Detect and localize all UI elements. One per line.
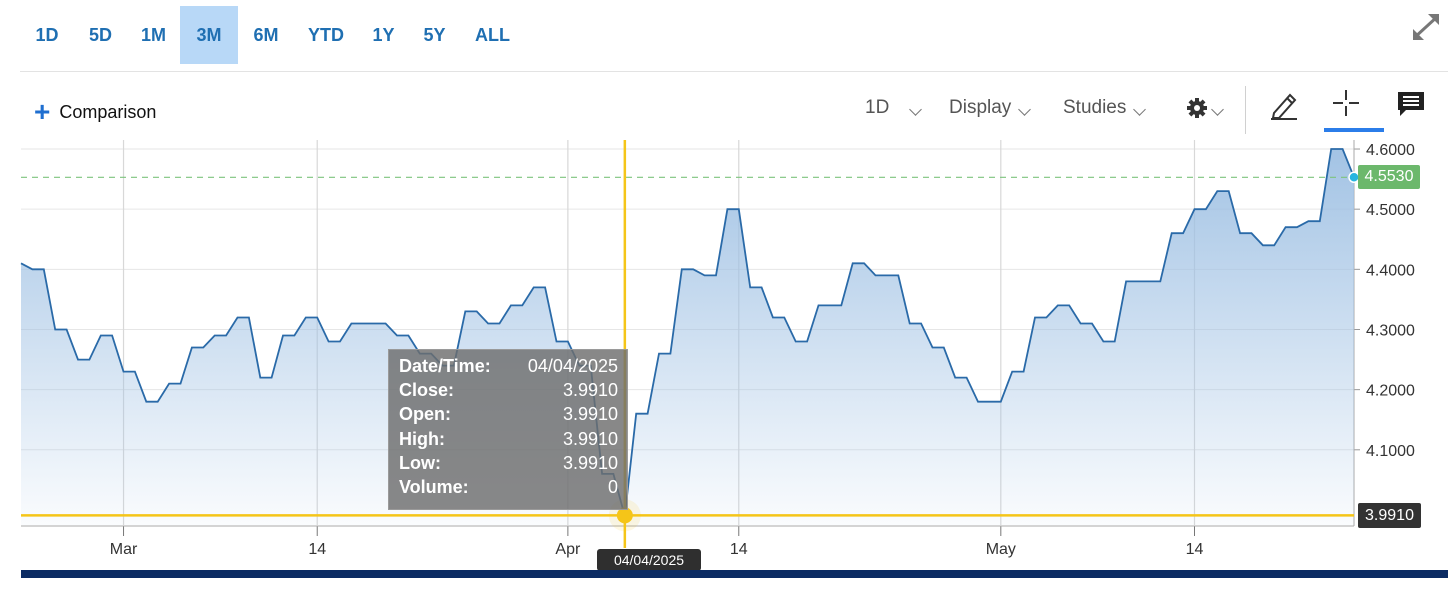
tooltip-row: Volume: 0 xyxy=(399,475,618,499)
y-tick-label: 4.3000 xyxy=(1366,322,1415,339)
y-tick-label: 4.6000 xyxy=(1366,142,1415,159)
tooltip-key: Open: xyxy=(399,404,451,425)
x-tick-label: Mar xyxy=(110,541,138,558)
tooltip-row: Low: 3.9910 xyxy=(399,451,618,475)
tooltip-row: Date/Time: 04/04/2025 xyxy=(399,354,618,378)
tooltip-value: 3.9910 xyxy=(562,452,618,473)
x-tick-label: 14 xyxy=(1186,541,1204,558)
tooltip-value: 3.9910 xyxy=(562,428,618,449)
tooltip-key: Low: xyxy=(399,452,441,473)
tooltip-value: 3.9910 xyxy=(562,380,618,401)
y-tick-label: 4.2000 xyxy=(1366,383,1415,400)
tooltip-value: 3.9910 xyxy=(562,404,618,425)
x-tick-label: 14 xyxy=(730,541,748,558)
tooltip-key: Volume: xyxy=(399,476,469,497)
tooltip-row: Close: 3.9910 xyxy=(399,378,618,402)
data-tooltip: Date/Time: 04/04/2025 Close: 3.9910 Open: 3.9… xyxy=(388,349,628,510)
x-tick-label: Apr xyxy=(555,541,581,558)
price-area xyxy=(21,149,1354,525)
tooltip-value: 0 xyxy=(607,476,618,497)
last-price-badge: 4.5530 xyxy=(1358,165,1420,190)
price-chart[interactable]: 4.1000 4.2000 4.3000 4.4000 4.5000 4.6000 Mar 1… xyxy=(0,0,1456,598)
x-tick-label: May xyxy=(986,541,1016,558)
tooltip-key: Date/Time: xyxy=(399,356,491,376)
bottom-bar xyxy=(21,570,1448,578)
tooltip-row: High: 3.9910 xyxy=(399,427,618,451)
tooltip-value: 04/04/2025 xyxy=(527,356,618,376)
y-tick-label: 4.5000 xyxy=(1366,202,1415,219)
crosshair-value-badge: 3.9910 xyxy=(1358,503,1421,529)
tooltip-key: High: xyxy=(399,428,445,449)
tooltip-key: Close: xyxy=(399,380,455,401)
y-tick-label: 4.4000 xyxy=(1366,262,1415,279)
x-tick-label: 14 xyxy=(308,541,326,558)
tooltip-row: Open: 3.9910 xyxy=(399,402,618,426)
crosshair-date-badge: 04/04/2025 xyxy=(597,549,701,571)
y-tick-label: 4.1000 xyxy=(1366,443,1415,460)
